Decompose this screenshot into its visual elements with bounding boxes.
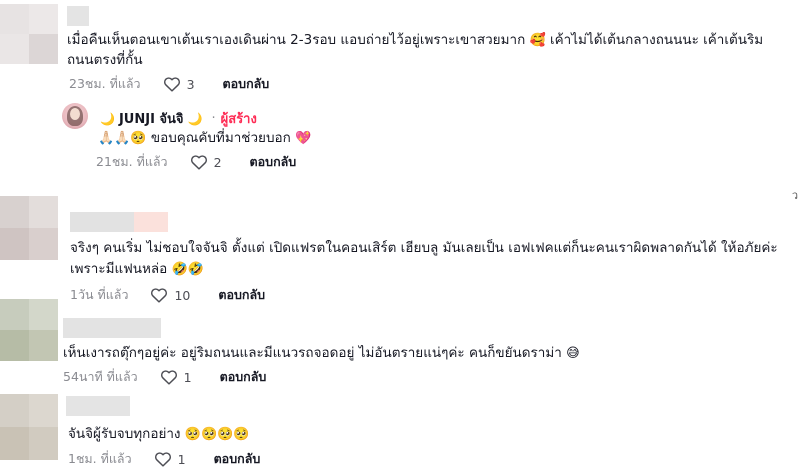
creator-avatar[interactable]	[62, 103, 88, 129]
smiling-face-with-hearts-emoji: 🥰	[529, 33, 546, 48]
like-count: 2	[213, 154, 222, 170]
comment-text-line2: เพราะมีแฟนหล่อ 🤣🤣	[70, 261, 204, 277]
reply-text: 🙏🏻🙏🏻🥺 ขอบคุณคับที่มาช่วยบอก 💖	[98, 130, 312, 146]
avatar[interactable]	[0, 4, 58, 64]
crescent-moon-emoji: 🌙	[100, 111, 115, 126]
creator-username[interactable]: JUNJI จันจิ	[119, 108, 184, 129]
rolling-laughing-emoji: 🤣🤣	[171, 262, 204, 277]
like-button[interactable]: 1	[154, 451, 186, 467]
reply-button[interactable]: ตอบกลับ	[218, 285, 265, 305]
grinning-sweat-emoji: 😅	[566, 346, 580, 361]
folded-hands-pleading-emoji: 🙏🏻🙏🏻🥺	[98, 131, 147, 146]
sparkling-heart-emoji: 💖	[295, 131, 312, 146]
username-redacted[interactable]	[70, 212, 168, 232]
separator-dot: ·	[211, 111, 216, 126]
reply-button[interactable]: ตอบกลับ	[214, 449, 261, 469]
like-button[interactable]: 3	[163, 76, 195, 92]
username-redacted[interactable]	[63, 318, 161, 338]
heart-outline-icon	[151, 288, 168, 303]
like-count: 3	[186, 76, 195, 92]
avatar[interactable]	[0, 299, 58, 361]
comment-text: จันจิผู้รับจบทุกอย่าง 🥺🥺🥺🥺	[68, 426, 250, 442]
timestamp: 1ชม. ที่แล้ว	[68, 451, 132, 466]
like-count: 1	[183, 369, 192, 385]
timestamp: 54นาที ที่แล้ว	[63, 369, 138, 384]
comment-meta: 23ชม. ที่แล้ว 3 ตอบกลับ	[69, 74, 269, 94]
creator-badge: ผู้สร้าง	[220, 112, 257, 127]
comment-meta: 1ชม. ที่แล้ว 1 ตอบกลับ	[68, 449, 260, 469]
heart-outline-icon	[154, 452, 171, 467]
like-button[interactable]: 10	[150, 287, 190, 303]
comment-meta: 54นาที ที่แล้ว 1 ตอบกลับ	[63, 367, 266, 387]
comment-meta: 1วัน ที่แล้ว 10 ตอบกลับ	[70, 285, 265, 305]
heart-outline-icon	[163, 77, 180, 92]
reply-button[interactable]: ตอบกลับ	[223, 74, 270, 94]
comment-text: จริงๆ คนเริ่ม ไม่ชอบใจจันจิ ตั้งแต่ เปิด…	[70, 240, 778, 256]
reply-meta: 21ชม. ที่แล้ว 2 ตอบกลับ	[96, 152, 296, 172]
heart-outline-icon	[160, 370, 177, 385]
comment-text-line2: ถนนตรงที่กั้น	[67, 52, 143, 68]
reply-button[interactable]: ตอบกลับ	[250, 152, 297, 172]
pleading-face-emoji: 🥺🥺🥺🥺	[184, 427, 250, 442]
like-button[interactable]: 1	[160, 369, 192, 385]
comment-text: เมื่อคืนเห็นตอนเขาเต้นเราเองเดินผ่าน 2-3…	[67, 32, 764, 48]
timestamp: 21ชม. ที่แล้ว	[96, 154, 168, 169]
avatar[interactable]	[0, 394, 58, 460]
avatar[interactable]	[0, 196, 58, 260]
crescent-moon-emoji: 🌙	[187, 111, 203, 126]
reply-button[interactable]: ตอบกลับ	[220, 367, 267, 387]
heart-outline-icon	[190, 155, 207, 170]
clipped-text: ว	[791, 189, 798, 202]
username-redacted[interactable]	[67, 6, 89, 26]
username-redacted[interactable]	[66, 396, 130, 416]
timestamp: 1วัน ที่แล้ว	[70, 287, 129, 302]
comment-text: เห็นเงารถตุ๊กๆอยู่ค่ะ อยู่ริมถนนและมีแนว…	[63, 345, 580, 361]
like-count: 1	[177, 451, 186, 467]
like-count: 10	[174, 287, 191, 303]
like-button[interactable]: 2	[190, 154, 222, 170]
creator-name-row: 🌙 JUNJI จันจิ 🌙 · ผู้สร้าง	[96, 108, 257, 129]
timestamp: 23ชม. ที่แล้ว	[69, 76, 141, 91]
